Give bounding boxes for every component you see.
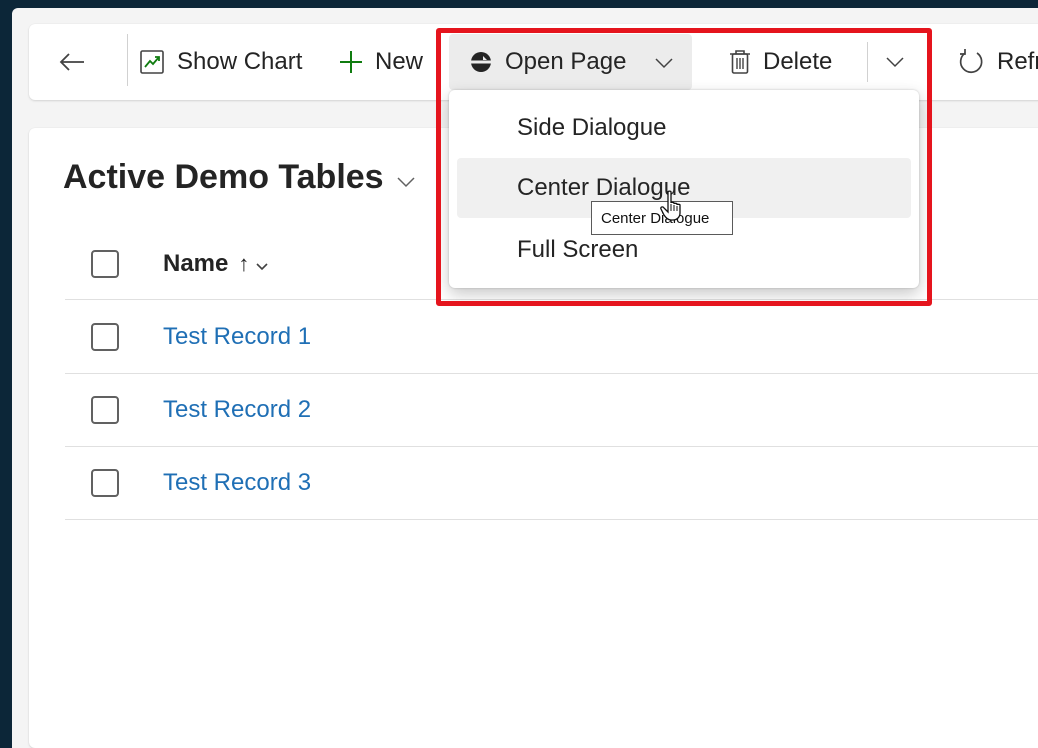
chevron-down-icon <box>255 250 269 278</box>
sort-ascending-icon: ↑ <box>238 250 250 276</box>
open-page-icon <box>469 50 493 74</box>
column-header-name[interactable]: Name ↑ <box>163 250 269 278</box>
command-bar: Show Chart New Open Page Delete Ref <box>29 24 1038 100</box>
refresh-button[interactable]: Refre <box>957 24 1038 100</box>
menu-item-side-dialogue[interactable]: Side Dialogue <box>457 98 911 158</box>
more-commands-button[interactable] <box>885 24 917 100</box>
new-button[interactable]: New <box>339 24 423 100</box>
open-page-label: Open Page <box>505 48 627 75</box>
toolbar-divider <box>127 34 128 86</box>
row-checkbox[interactable] <box>91 323 119 351</box>
toolbar-divider <box>867 42 868 82</box>
record-link[interactable]: Test Record 1 <box>163 323 311 351</box>
menu-item-label: Full Screen <box>517 236 639 263</box>
new-label: New <box>375 48 424 75</box>
plus-icon <box>339 50 363 74</box>
table-row[interactable]: Test Record 2 <box>65 374 1038 447</box>
show-chart-label: Show Chart <box>177 48 303 75</box>
open-page-dropdown-menu: Side Dialogue Center Dialogue Full Scree… <box>449 90 919 288</box>
hand-pointer-icon <box>660 190 686 227</box>
table-row[interactable]: Test Record 1 <box>65 301 1038 374</box>
table-row[interactable]: Test Record 3 <box>65 447 1038 520</box>
delete-label: Delete <box>763 48 833 75</box>
chart-icon <box>139 49 165 75</box>
delete-button[interactable]: Delete <box>729 24 832 100</box>
record-link[interactable]: Test Record 2 <box>163 396 311 424</box>
open-page-button[interactable]: Open Page <box>449 34 693 90</box>
refresh-label: Refre <box>997 48 1038 75</box>
view-selector[interactable]: Active Demo Tables <box>63 158 416 197</box>
trash-icon <box>729 49 751 75</box>
row-checkbox[interactable] <box>91 469 119 497</box>
back-button[interactable] <box>59 24 99 100</box>
record-link[interactable]: Test Record 3 <box>163 469 311 497</box>
select-all-checkbox[interactable] <box>91 249 119 278</box>
chevron-down-icon <box>654 48 674 76</box>
chevron-down-icon <box>885 56 905 68</box>
refresh-icon <box>957 48 985 76</box>
column-header-label: Name <box>163 249 229 277</box>
view-title: Active Demo Tables <box>63 158 384 196</box>
row-checkbox[interactable] <box>91 396 119 424</box>
arrow-left-icon <box>59 52 85 72</box>
show-chart-button[interactable]: Show Chart <box>139 24 302 100</box>
chevron-down-icon <box>396 158 416 197</box>
menu-item-label: Side Dialogue <box>517 114 667 141</box>
